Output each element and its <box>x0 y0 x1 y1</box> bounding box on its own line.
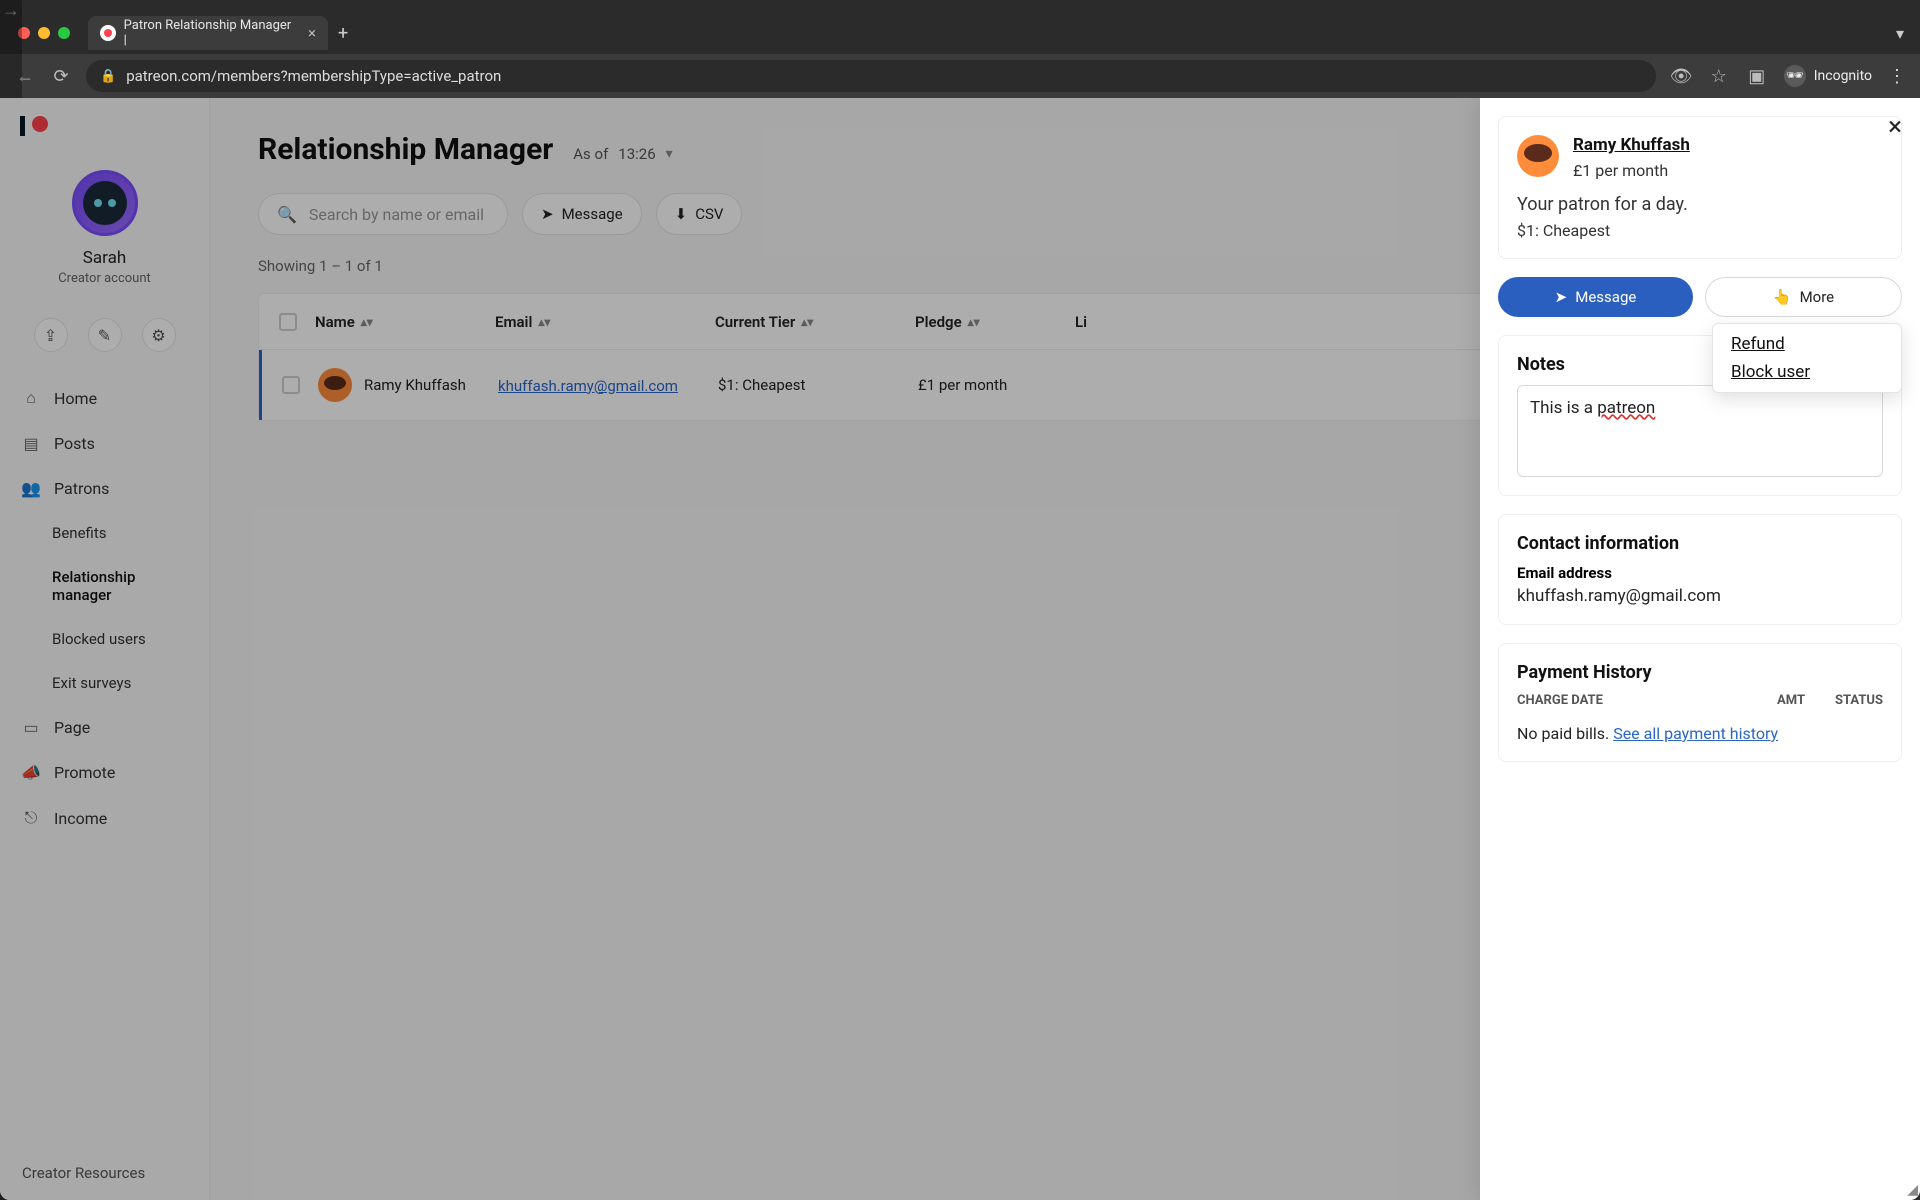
window-minimize-icon[interactable] <box>38 27 50 39</box>
notes-textarea[interactable]: This is a patreon <box>1517 385 1883 477</box>
menu-block-user[interactable]: Block user <box>1731 362 1883 382</box>
send-icon: ➤ <box>1555 288 1568 306</box>
incognito-label: Incognito <box>1814 68 1872 84</box>
contact-card: Contact information Email address khuffa… <box>1498 514 1902 625</box>
drawer-more-button[interactable]: 👆More <box>1705 277 1902 317</box>
traffic-lights <box>18 27 70 39</box>
email-value: khuffash.ramy@gmail.com <box>1517 586 1883 606</box>
patron-name[interactable]: Ramy Khuffash <box>1573 135 1690 155</box>
patron-tier: $1: Cheapest <box>1517 221 1883 240</box>
new-tab-button[interactable]: + <box>338 23 348 44</box>
ph-col-date: CHARGE DATE <box>1517 693 1747 708</box>
favicon-icon <box>100 25 116 41</box>
browser-tab[interactable]: Patron Relationship Manager | × <box>88 16 328 50</box>
payment-history-title: Payment History <box>1517 662 1883 683</box>
incognito-badge[interactable]: 🕶 Incognito <box>1784 65 1872 87</box>
patron-since: Your patron for a day. <box>1517 194 1883 215</box>
drawer-close-button[interactable]: × <box>1888 112 1902 142</box>
url-text: patreon.com/members?membershipType=activ… <box>126 67 501 85</box>
contact-title: Contact information <box>1517 533 1883 554</box>
ph-see-all-link[interactable]: See all payment history <box>1613 724 1778 743</box>
menu-refund[interactable]: Refund <box>1731 334 1883 354</box>
payment-history-card: Payment History CHARGE DATE AMT STATUS N… <box>1498 643 1902 762</box>
lock-icon: 🔒 <box>100 69 116 84</box>
eye-off-icon[interactable]: 👁 <box>1670 66 1692 87</box>
email-label: Email address <box>1517 564 1883 582</box>
ph-col-amt: AMT <box>1777 693 1805 708</box>
drawer-message-button[interactable]: ➤Message <box>1498 277 1693 317</box>
address-bar: ← → ⟳ 🔒 patreon.com/members?membershipTy… <box>0 54 1920 98</box>
tab-title: Patron Relationship Manager | <box>124 18 294 48</box>
bookmark-icon[interactable]: ☆ <box>1708 66 1730 87</box>
window-zoom-icon[interactable] <box>58 27 70 39</box>
browser-menu-icon[interactable]: ⋮ <box>1888 66 1906 87</box>
browser-tab-bar: Patron Relationship Manager | × + ▾ <box>0 12 1920 54</box>
tab-close-icon[interactable]: × <box>308 24 316 42</box>
patron-summary-card: Ramy Khuffash £1 per month Your patron f… <box>1498 116 1902 259</box>
incognito-icon: 🕶 <box>1784 65 1806 87</box>
resize-grip-icon[interactable]: ◢ <box>1907 1182 1918 1198</box>
patron-drawer: × Ramy Khuffash £1 per month Your patron… <box>1480 98 1920 1200</box>
patron-rate: £1 per month <box>1573 161 1690 180</box>
more-menu: Refund Block user <box>1712 323 1902 393</box>
panel-icon[interactable]: ▣ <box>1746 66 1768 87</box>
tabs-overflow-icon[interactable]: ▾ <box>1896 24 1904 43</box>
reload-button[interactable]: ⟳ <box>50 66 72 87</box>
patron-avatar <box>1517 135 1559 177</box>
ph-empty-text: No paid bills. <box>1517 724 1613 743</box>
ph-col-status: STATUS <box>1835 693 1883 708</box>
cursor-icon: 👆 <box>1773 288 1792 306</box>
url-input[interactable]: 🔒 patreon.com/members?membershipType=act… <box>86 60 1656 92</box>
